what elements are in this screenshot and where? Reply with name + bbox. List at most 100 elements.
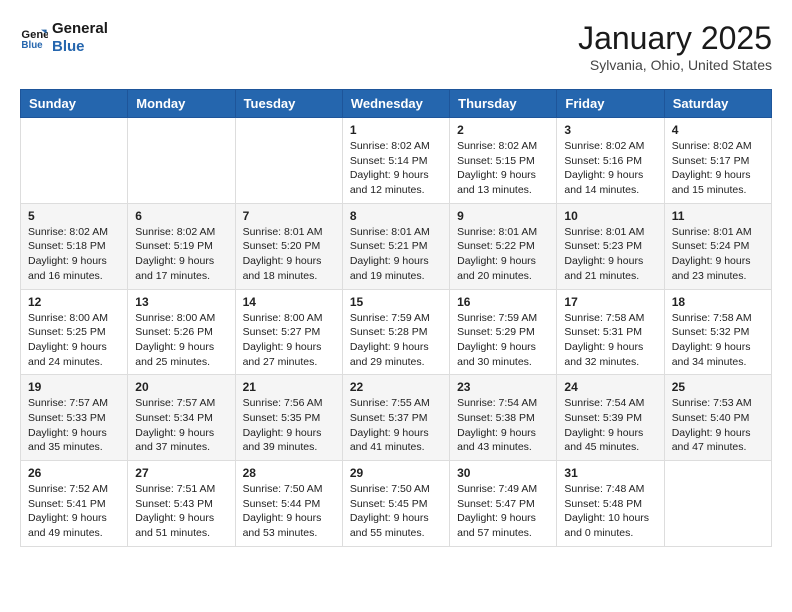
calendar-cell: 13Sunrise: 8:00 AM Sunset: 5:26 PM Dayli… (128, 289, 235, 375)
svg-text:Blue: Blue (21, 40, 43, 51)
day-info: Sunrise: 8:02 AM Sunset: 5:18 PM Dayligh… (28, 225, 120, 284)
day-number: 13 (135, 295, 227, 309)
day-number: 14 (243, 295, 335, 309)
calendar-cell: 14Sunrise: 8:00 AM Sunset: 5:27 PM Dayli… (235, 289, 342, 375)
calendar-cell: 19 Sunrise: 7:57 AM Sunset: 5:33 PM Dayli… (21, 375, 128, 461)
title-block: January 2025 Sylvania, Ohio, United Stat… (578, 20, 772, 73)
calendar-cell: 26Sunrise: 7:52 AM Sunset: 5:41 PM Dayli… (21, 461, 128, 547)
day-number: 10 (564, 209, 656, 223)
calendar-cell: 20 Sunrise: 7:57 AM Sunset: 5:34 PM Dayli… (128, 375, 235, 461)
calendar-cell: 3 Sunrise: 8:02 AM Sunset: 5:16 PM Daylig… (557, 118, 664, 204)
calendar-cell: 2 Sunrise: 8:02 AM Sunset: 5:15 PM Daylig… (450, 118, 557, 204)
calendar-week-3: 12Sunrise: 8:00 AM Sunset: 5:25 PM Dayli… (21, 289, 772, 375)
day-info: Sunrise: 8:01 AM Sunset: 5:24 PM Dayligh… (672, 225, 764, 284)
day-info: Sunrise: 7:48 AM Sunset: 5:48 PM Dayligh… (564, 482, 656, 541)
day-info: Sunrise: 8:01 AM Sunset: 5:23 PM Dayligh… (564, 225, 656, 284)
day-number: 6 (135, 209, 227, 223)
calendar-cell (128, 118, 235, 204)
calendar-cell: 11 Sunrise: 8:01 AM Sunset: 5:24 PM Dayli… (664, 203, 771, 289)
day-number: 16 (457, 295, 549, 309)
calendar-cell: 24 Sunrise: 7:54 AM Sunset: 5:39 PM Dayli… (557, 375, 664, 461)
day-info: Sunrise: 7:58 AM Sunset: 5:32 PM Dayligh… (672, 311, 764, 370)
calendar-cell: 23Sunrise: 7:54 AM Sunset: 5:38 PM Dayli… (450, 375, 557, 461)
calendar-cell: 28 Sunrise: 7:50 AM Sunset: 5:44 PM Dayli… (235, 461, 342, 547)
calendar-cell (21, 118, 128, 204)
calendar-header-row: SundayMondayTuesdayWednesdayThursdayFrid… (21, 90, 772, 118)
day-info: Sunrise: 7:50 AM Sunset: 5:44 PM Dayligh… (243, 482, 335, 541)
day-number: 20 (135, 380, 227, 394)
day-info: Sunrise: 7:55 AM Sunset: 5:37 PM Dayligh… (350, 396, 442, 455)
day-info: Sunrise: 7:57 AM Sunset: 5:33 PM Dayligh… (28, 396, 120, 455)
calendar-cell (235, 118, 342, 204)
calendar-cell: 6Sunrise: 8:02 AM Sunset: 5:19 PM Daylig… (128, 203, 235, 289)
logo: General Blue General Blue (20, 20, 108, 56)
logo-blue: Blue (52, 38, 108, 56)
calendar-header-wednesday: Wednesday (342, 90, 449, 118)
calendar-header-thursday: Thursday (450, 90, 557, 118)
calendar-header-sunday: Sunday (21, 90, 128, 118)
day-number: 27 (135, 466, 227, 480)
day-number: 31 (564, 466, 656, 480)
calendar-week-1: 1Sunrise: 8:02 AM Sunset: 5:14 PM Daylig… (21, 118, 772, 204)
day-info: Sunrise: 7:54 AM Sunset: 5:39 PM Dayligh… (564, 396, 656, 455)
calendar-week-5: 26Sunrise: 7:52 AM Sunset: 5:41 PM Dayli… (21, 461, 772, 547)
logo-general: General (52, 20, 108, 38)
calendar-cell: 9Sunrise: 8:01 AM Sunset: 5:22 PM Daylig… (450, 203, 557, 289)
day-info: Sunrise: 8:02 AM Sunset: 5:15 PM Dayligh… (457, 139, 549, 198)
day-number: 8 (350, 209, 442, 223)
calendar-header-tuesday: Tuesday (235, 90, 342, 118)
calendar-cell: 17 Sunrise: 7:58 AM Sunset: 5:31 PM Dayli… (557, 289, 664, 375)
day-info: Sunrise: 7:50 AM Sunset: 5:45 PM Dayligh… (350, 482, 442, 541)
calendar-cell: 16 Sunrise: 7:59 AM Sunset: 5:29 PM Dayli… (450, 289, 557, 375)
month-title: January 2025 (578, 20, 772, 57)
calendar-cell: 22 Sunrise: 7:55 AM Sunset: 5:37 PM Dayli… (342, 375, 449, 461)
calendar-header-saturday: Saturday (664, 90, 771, 118)
day-info: Sunrise: 7:56 AM Sunset: 5:35 PM Dayligh… (243, 396, 335, 455)
calendar-cell (664, 461, 771, 547)
day-info: Sunrise: 7:59 AM Sunset: 5:28 PM Dayligh… (350, 311, 442, 370)
day-info: Sunrise: 7:53 AM Sunset: 5:40 PM Dayligh… (672, 396, 764, 455)
calendar-cell: 7 Sunrise: 8:01 AM Sunset: 5:20 PM Daylig… (235, 203, 342, 289)
day-info: Sunrise: 7:58 AM Sunset: 5:31 PM Dayligh… (564, 311, 656, 370)
day-info: Sunrise: 7:52 AM Sunset: 5:41 PM Dayligh… (28, 482, 120, 541)
day-number: 17 (564, 295, 656, 309)
logo-icon: General Blue (20, 24, 48, 52)
calendar-cell: 15 Sunrise: 7:59 AM Sunset: 5:28 PM Dayli… (342, 289, 449, 375)
calendar-cell: 25 Sunrise: 7:53 AM Sunset: 5:40 PM Dayli… (664, 375, 771, 461)
day-info: Sunrise: 7:54 AM Sunset: 5:38 PM Dayligh… (457, 396, 549, 455)
calendar-header-friday: Friday (557, 90, 664, 118)
calendar-cell: 30Sunrise: 7:49 AM Sunset: 5:47 PM Dayli… (450, 461, 557, 547)
day-number: 25 (672, 380, 764, 394)
day-number: 18 (672, 295, 764, 309)
day-number: 22 (350, 380, 442, 394)
calendar-week-2: 5 Sunrise: 8:02 AM Sunset: 5:18 PM Daylig… (21, 203, 772, 289)
calendar-cell: 5 Sunrise: 8:02 AM Sunset: 5:18 PM Daylig… (21, 203, 128, 289)
day-info: Sunrise: 8:01 AM Sunset: 5:20 PM Dayligh… (243, 225, 335, 284)
day-number: 3 (564, 123, 656, 137)
day-number: 7 (243, 209, 335, 223)
day-info: Sunrise: 8:02 AM Sunset: 5:14 PM Dayligh… (350, 139, 442, 198)
day-number: 15 (350, 295, 442, 309)
day-info: Sunrise: 8:02 AM Sunset: 5:16 PM Dayligh… (564, 139, 656, 198)
day-number: 12 (28, 295, 120, 309)
calendar-cell: 4 Sunrise: 8:02 AM Sunset: 5:17 PM Daylig… (664, 118, 771, 204)
calendar-cell: 21Sunrise: 7:56 AM Sunset: 5:35 PM Dayli… (235, 375, 342, 461)
day-number: 24 (564, 380, 656, 394)
calendar-week-4: 19 Sunrise: 7:57 AM Sunset: 5:33 PM Dayli… (21, 375, 772, 461)
calendar-cell: 10 Sunrise: 8:01 AM Sunset: 5:23 PM Dayli… (557, 203, 664, 289)
day-info: Sunrise: 8:02 AM Sunset: 5:17 PM Dayligh… (672, 139, 764, 198)
day-info: Sunrise: 7:57 AM Sunset: 5:34 PM Dayligh… (135, 396, 227, 455)
day-number: 11 (672, 209, 764, 223)
day-info: Sunrise: 7:59 AM Sunset: 5:29 PM Dayligh… (457, 311, 549, 370)
calendar-cell: 27Sunrise: 7:51 AM Sunset: 5:43 PM Dayli… (128, 461, 235, 547)
day-number: 4 (672, 123, 764, 137)
calendar-cell: 31 Sunrise: 7:48 AM Sunset: 5:48 PM Dayli… (557, 461, 664, 547)
day-number: 28 (243, 466, 335, 480)
day-number: 9 (457, 209, 549, 223)
day-number: 2 (457, 123, 549, 137)
day-number: 19 (28, 380, 120, 394)
calendar-cell: 29 Sunrise: 7:50 AM Sunset: 5:45 PM Dayli… (342, 461, 449, 547)
calendar-cell: 8Sunrise: 8:01 AM Sunset: 5:21 PM Daylig… (342, 203, 449, 289)
day-number: 29 (350, 466, 442, 480)
day-number: 5 (28, 209, 120, 223)
